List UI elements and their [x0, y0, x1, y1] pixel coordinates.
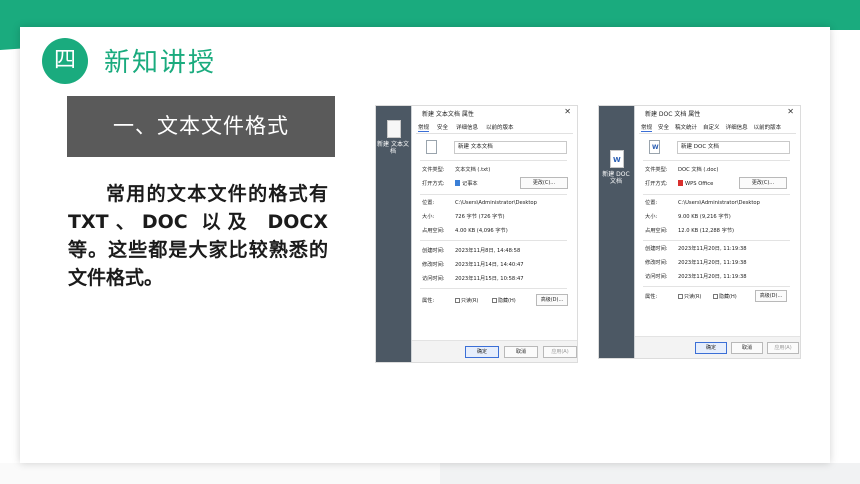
readonly-checkbox[interactable]: 只读(R): [455, 297, 478, 304]
accessed-row: 访问时间: 2023年11月15日, 10:58:47: [422, 276, 524, 282]
properties-window: 新建 文本文档 属性 ✕ 常规 安全 详细信息 以前的版本 新建 文本文档 文件…: [411, 106, 577, 362]
change-button[interactable]: 更改(C)...: [739, 177, 787, 189]
body-paragraph: 常用的文本文件的格式有 TXT、DOC 以及 DOCX 等。这些都是大家比较熟悉…: [68, 183, 328, 289]
file-name-input[interactable]: 新建 文本文档: [454, 141, 567, 154]
disk-size-row: 占用空间: 4.00 KB (4,096 字节): [422, 228, 508, 234]
tab-security[interactable]: 安全: [658, 123, 669, 132]
cancel-button[interactable]: 取消: [731, 342, 763, 354]
hidden-checkbox[interactable]: 隐藏(H): [492, 297, 516, 304]
hidden-checkbox[interactable]: 隐藏(H): [713, 293, 737, 300]
txt-file-icon: [387, 120, 401, 138]
size-row: 大小: 726 字节 (726 字节): [422, 214, 505, 220]
section-number-badge: 四: [42, 38, 88, 84]
file-name-input[interactable]: 新建 DOC 文档: [677, 141, 790, 154]
tab-general[interactable]: 常规: [418, 123, 430, 132]
attributes-label: 属性:: [645, 294, 658, 300]
section-title: 新知讲授: [104, 48, 217, 78]
tab-previous-versions[interactable]: 以前的版本: [754, 123, 782, 132]
location-row: 位置: C:\Users\Administrator\Desktop: [645, 200, 760, 206]
change-button[interactable]: 更改(C)...: [520, 177, 568, 189]
footer-strip-right: [440, 463, 860, 484]
open-with-row: 打开方式: 记事本: [422, 180, 478, 187]
ok-button[interactable]: 确定: [465, 346, 499, 358]
window-title: 新建 文本文档 属性: [422, 111, 474, 118]
footer-strip-left: [0, 463, 440, 484]
tab-divider: [639, 133, 796, 134]
tab-divider: [416, 133, 573, 134]
tab-details[interactable]: 详细信息: [456, 123, 478, 132]
tab-general[interactable]: 常规: [641, 123, 653, 132]
wps-icon: [678, 180, 683, 186]
properties-window: 新建 DOC 文档 属性 ✕ 常规 安全 稿文统计 自定义 详细信息 以前的版本…: [634, 106, 800, 358]
accessed-row: 访问时间: 2023年11月20日, 11:19:38: [645, 274, 747, 280]
divider: [420, 194, 567, 195]
file-type-row: 文件类型: DOC 文档 (.doc): [645, 167, 719, 173]
tab-security[interactable]: 安全: [437, 123, 448, 132]
desktop-file-label: 新建 文本文档: [377, 141, 409, 155]
file-type-icon: [426, 140, 437, 154]
tab-previous-versions[interactable]: 以前的版本: [486, 123, 514, 132]
divider: [643, 160, 790, 161]
divider: [420, 240, 567, 241]
window-title: 新建 DOC 文档 属性: [645, 111, 701, 118]
divider: [420, 288, 567, 289]
divider: [643, 286, 790, 287]
cancel-button[interactable]: 取消: [504, 346, 538, 358]
disk-size-row: 占用空间: 12.0 KB (12,288 字节): [645, 228, 735, 234]
apply-button[interactable]: 应用(A): [767, 342, 799, 354]
tab-details[interactable]: 详细信息: [726, 123, 748, 132]
tab-strip: 常规 安全 详细信息 以前的版本: [418, 123, 514, 132]
dialog-footer: 确定 取消 应用(A): [412, 340, 577, 362]
size-row: 大小: 9.00 KB (9,216 字节): [645, 214, 731, 220]
advanced-button[interactable]: 高级(D)...: [536, 294, 568, 306]
subtitle-box: 一、文本文件格式: [67, 96, 335, 157]
modified-row: 修改时间: 2023年11月20日, 11:19:38: [645, 260, 747, 266]
file-type-icon: [649, 140, 660, 154]
dialog-footer: 确定 取消 应用(A): [635, 336, 800, 358]
advanced-button[interactable]: 高级(D)...: [755, 290, 787, 302]
apply-button[interactable]: 应用(A): [543, 346, 577, 358]
close-icon[interactable]: ✕: [787, 107, 794, 116]
created-row: 创建时间: 2023年11月20日, 11:19:38: [645, 246, 747, 252]
desktop-file-label: 新建 DOC 文档: [602, 171, 630, 185]
doc-file-icon: [610, 150, 624, 168]
tab-statistics[interactable]: 稿文统计: [675, 123, 697, 132]
modified-row: 修改时间: 2023年11月14日, 14:40:47: [422, 262, 524, 268]
close-icon[interactable]: ✕: [564, 107, 571, 116]
desktop-area: 新建 文本文档: [376, 106, 411, 362]
tab-custom[interactable]: 自定义: [703, 123, 720, 132]
doc-properties-screenshot: 新建 DOC 文档 新建 DOC 文档 属性 ✕ 常规 安全 稿文统计 自定义 …: [598, 105, 801, 359]
desktop-area: 新建 DOC 文档: [599, 106, 634, 358]
tab-strip: 常规 安全 稿文统计 自定义 详细信息 以前的版本: [641, 123, 781, 132]
attributes-label: 属性:: [422, 298, 435, 304]
ok-button[interactable]: 确定: [695, 342, 727, 354]
open-with-row: 打开方式: WPS Office: [645, 180, 714, 187]
file-type-row: 文件类型: 文本文档 (.txt): [422, 167, 491, 173]
location-row: 位置: C:\Users\Administrator\Desktop: [422, 200, 537, 206]
readonly-checkbox[interactable]: 只读(R): [678, 293, 701, 300]
divider: [420, 160, 567, 161]
divider: [643, 194, 790, 195]
divider: [643, 240, 790, 241]
notepad-icon: [455, 180, 460, 186]
txt-properties-screenshot: 新建 文本文档 新建 文本文档 属性 ✕ 常规 安全 详细信息 以前的版本 新建…: [375, 105, 578, 363]
created-row: 创建时间: 2023年11月8日, 14:48:58: [422, 248, 521, 254]
